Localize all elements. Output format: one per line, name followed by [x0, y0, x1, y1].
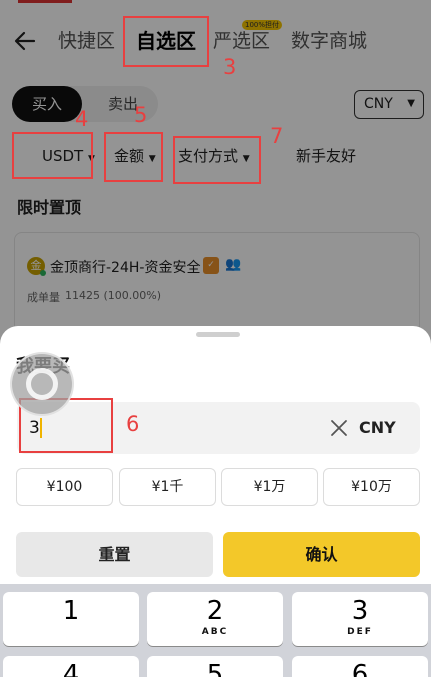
- key-2[interactable]: 2 ABC: [147, 592, 283, 646]
- sheet-handle[interactable]: [196, 332, 240, 337]
- annotation-box-5: [104, 132, 163, 182]
- key-digit: 3: [351, 596, 369, 626]
- key-4[interactable]: 4: [3, 656, 139, 677]
- confirm-button[interactable]: 确认: [223, 532, 420, 577]
- key-digit: 6: [351, 660, 369, 677]
- key-digit: 5: [206, 660, 224, 677]
- quick-amount-100[interactable]: ¥100: [16, 468, 113, 506]
- key-digit: 4: [62, 660, 80, 677]
- quick-amount-10k[interactable]: ¥1万: [221, 468, 318, 506]
- annotation-box-3: [123, 16, 209, 67]
- key-5[interactable]: 5: [147, 656, 283, 677]
- annotation-number-6: 6: [126, 412, 140, 436]
- key-1[interactable]: 1: [3, 592, 139, 646]
- key-digit: 1: [62, 596, 80, 626]
- key-digit: 2: [206, 596, 224, 626]
- touch-indicator: [10, 352, 74, 416]
- annotation-number-7: 7: [270, 124, 284, 148]
- quick-amount-100k[interactable]: ¥10万: [323, 468, 420, 506]
- key-letters: ABC: [201, 627, 229, 637]
- reset-button[interactable]: 重置: [16, 532, 213, 577]
- quick-amount-1k[interactable]: ¥1千: [119, 468, 216, 506]
- close-icon[interactable]: [329, 418, 349, 438]
- numeric-keyboard: 1 2 ABC 3 DEF 4 5 6: [0, 584, 431, 677]
- annotation-box-4: [12, 132, 93, 179]
- annotation-number-5: 5: [134, 103, 148, 127]
- annotation-box-7: [173, 136, 261, 184]
- touch-indicator-inner: [26, 368, 58, 400]
- amount-currency: CNY: [359, 418, 396, 437]
- annotation-number-4: 4: [75, 107, 89, 131]
- key-3[interactable]: 3 DEF: [292, 592, 428, 646]
- key-letters: DEF: [347, 627, 373, 637]
- annotation-number-3: 3: [223, 55, 237, 79]
- key-6[interactable]: 6: [292, 656, 428, 677]
